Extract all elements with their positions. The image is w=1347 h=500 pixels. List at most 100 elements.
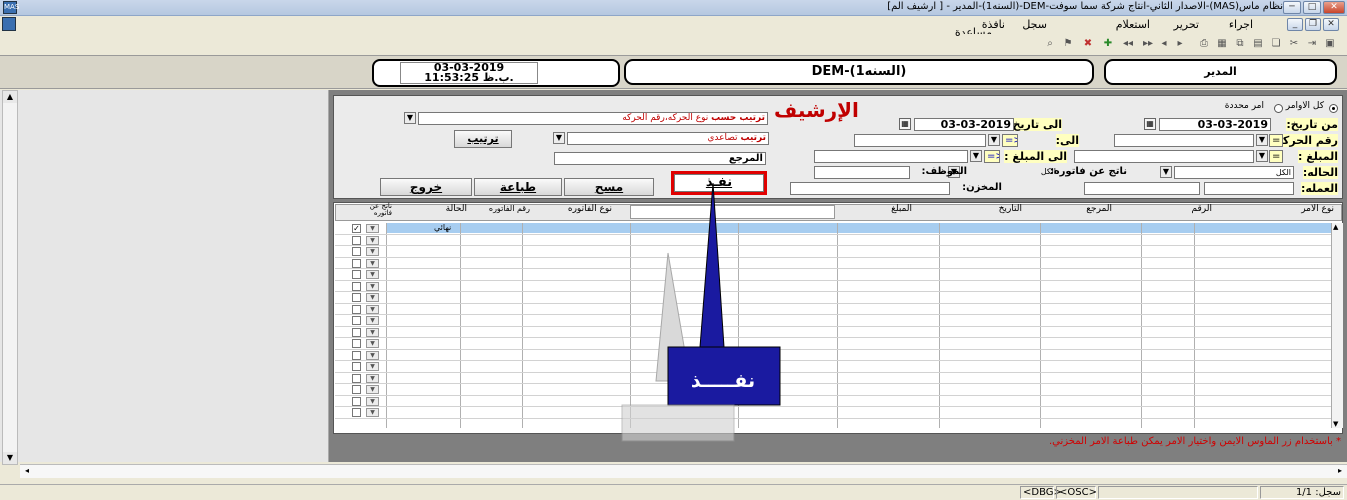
row-status-dropdown[interactable]: ▼ [366,316,379,325]
amount-operator[interactable]: = [1269,150,1283,163]
row-status-dropdown[interactable]: ▼ [366,373,379,383]
next-record-icon[interactable]: ▸▸ [1141,37,1155,50]
from-invoice-checkbox[interactable] [352,304,361,314]
from-invoice-checkbox[interactable] [352,339,361,348]
report-icon[interactable]: ▦ [1215,37,1229,50]
selected-row[interactable] [386,223,1331,233]
copy-icon[interactable]: ❏ [1269,37,1283,50]
amount-operator-dropdown[interactable]: ▼ [1256,150,1268,162]
child-close-button[interactable]: ✕ [1323,18,1339,31]
child-minimize-button[interactable]: _ [1287,18,1303,31]
from-invoice-checkbox[interactable] [352,408,361,417]
movement-no-operator-dropdown[interactable]: ▼ [1256,134,1268,146]
filter-icon[interactable]: ⚑ [1061,37,1075,50]
close-button[interactable]: ✕ [1323,1,1345,14]
amount-field[interactable] [1074,150,1254,163]
to-date-calendar-icon[interactable]: ▦ [899,118,911,130]
scroll-right-icon[interactable]: ▸ [1333,465,1347,477]
find-icon[interactable]: ⌕ [1043,37,1057,50]
row-status-dropdown[interactable]: ▼ [366,258,379,268]
scroll-left-icon[interactable]: ◂ [20,465,34,477]
status-dropdown[interactable]: ▼ [1160,166,1172,178]
store-field[interactable] [1084,182,1200,195]
from-invoice-checkbox[interactable] [352,258,361,268]
sort-button[interactable]: ترتيب [454,130,512,148]
radio-specific-orders[interactable] [1274,104,1283,113]
insert-icon[interactable]: ⇥ [1305,37,1319,50]
prev-record-icon[interactable]: ◂ [1157,37,1171,50]
from-invoice-checkbox[interactable] [352,270,361,279]
from-date-field[interactable]: 03-03-2019 [1159,118,1271,131]
row-status-dropdown[interactable]: ▼ [366,408,379,417]
to-date-field[interactable]: 03-03-2019 [914,118,1014,131]
sort-order-field[interactable]: ترتيب تصاعدي [567,132,769,145]
row-status-dropdown[interactable]: ▼ [366,293,379,302]
grid-scroll-down-icon[interactable]: ▼ [1333,420,1338,428]
print-button[interactable]: طباعة [474,178,562,196]
to-operator[interactable]: => [1002,134,1018,147]
from-invoice-checkbox[interactable] [352,281,361,291]
from-invoice-checkbox[interactable] [352,350,361,360]
from-invoice-checkbox[interactable] [352,362,361,371]
minimize-button[interactable]: ─ [1283,1,1301,14]
row-status-dropdown[interactable]: ▼ [366,224,379,233]
currency-field[interactable] [1204,182,1294,195]
row-status-dropdown[interactable]: ▼ [366,350,379,360]
radio-all-orders[interactable] [1329,104,1338,113]
from-invoice-checkbox[interactable] [352,293,361,302]
maximize-button[interactable]: □ [1303,1,1321,14]
to-amount-field[interactable] [814,150,968,163]
row-status-dropdown[interactable]: ▼ [366,270,379,279]
from-invoice-checkbox[interactable] [352,316,361,325]
row-status-dropdown[interactable]: ▼ [366,385,379,394]
child-window-icon[interactable] [2,17,16,31]
scroll-down-icon[interactable]: ▼ [3,452,17,464]
row-status-dropdown[interactable]: ▼ [366,247,379,256]
exit-button[interactable]: خروج [380,178,472,196]
to-operator-dropdown[interactable]: ▼ [988,134,1000,146]
grid-scrollbar[interactable]: ▲ ▼ [1331,223,1343,428]
sort-by-field[interactable]: ترتيب حسب نوع الحركه،رقم الحركه [418,112,768,125]
menu-item-action[interactable]: اجراء [1229,18,1253,31]
grid-scroll-up-icon[interactable]: ▲ [1333,223,1338,231]
from-invoice-checkbox[interactable] [352,373,361,383]
cut-icon[interactable]: ✂ [1287,37,1301,50]
from-invoice-checkbox[interactable] [352,385,361,394]
child-restore-button[interactable]: ❐ [1305,18,1321,31]
sort-order-dropdown[interactable]: ▼ [553,132,565,144]
first-record-icon[interactable]: ▸ [1173,37,1187,50]
row-status-dropdown[interactable]: ▼ [366,362,379,371]
add-record-icon[interactable]: ✚ [1101,37,1115,50]
menu-item-query[interactable]: استعلام [1116,18,1150,31]
from-date-calendar-icon[interactable]: ▦ [1144,118,1156,130]
row-status-dropdown[interactable]: ▼ [366,304,379,314]
menu-item-edit[interactable]: تحرير [1174,18,1199,31]
vertical-scrollbar[interactable]: ▲ ▼ [2,90,18,465]
paste-icon[interactable]: ▤ [1251,37,1265,50]
row-status-dropdown[interactable]: ▼ [366,396,379,406]
movement-no-operator[interactable]: = [1269,134,1283,147]
scroll-up-icon[interactable]: ▲ [3,91,17,103]
to-amount-operator-dropdown[interactable]: ▼ [970,150,982,162]
horizontal-scrollbar[interactable]: ◂ ▸ [20,464,1347,478]
app-icon[interactable]: MAS [3,1,19,14]
row-status-dropdown[interactable]: ▼ [366,235,379,245]
save-icon[interactable]: ▣ [1323,37,1337,50]
menu-item-record[interactable]: سجل [1022,18,1047,31]
from-invoice-checkbox[interactable]: ✓ [352,224,361,233]
row-status-dropdown[interactable]: ▼ [366,327,379,337]
from-invoice-checkbox[interactable] [352,327,361,337]
from-invoice-checkbox[interactable] [352,247,361,256]
delete-record-icon[interactable]: ✖ [1081,37,1095,50]
sort-by-dropdown[interactable]: ▼ [404,112,416,124]
movement-no-field[interactable] [1114,134,1254,147]
to-movement-field[interactable] [854,134,986,147]
to-amount-operator[interactable]: => [984,150,1000,163]
row-status-dropdown[interactable]: ▼ [366,281,379,291]
last-record-icon[interactable]: ◂◂ [1121,37,1135,50]
from-invoice-checkbox[interactable] [352,235,361,245]
row-status-dropdown[interactable]: ▼ [366,339,379,348]
from-invoice-checkbox[interactable] [352,396,361,406]
print-icon[interactable]: ⎙ [1197,37,1211,50]
status-field[interactable]: الكل [1174,166,1294,179]
